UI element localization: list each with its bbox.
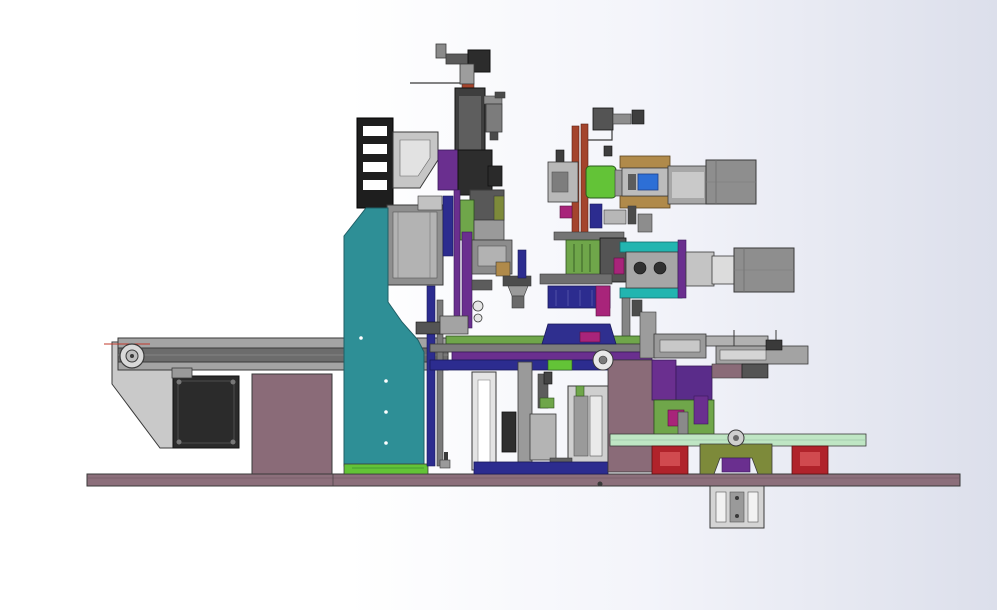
pulley-roller-icon — [119, 343, 145, 369]
conveyor-motor-body — [172, 375, 240, 449]
right-cam-assembly — [539, 107, 795, 339]
cad-viewport[interactable] — [0, 0, 997, 610]
servo-motor-icon — [172, 375, 240, 449]
base-plate-main — [86, 473, 961, 487]
conveyor-idler-plate — [171, 367, 193, 379]
servo-motor-icon — [733, 247, 795, 293]
servo-motor-icon — [705, 159, 757, 205]
assembly-drawing — [86, 43, 961, 529]
conveyor-support-block — [251, 373, 333, 475]
base-plate — [86, 473, 961, 487]
work-table — [415, 311, 661, 475]
column-base-strip — [343, 463, 429, 475]
green-drum — [585, 165, 617, 199]
